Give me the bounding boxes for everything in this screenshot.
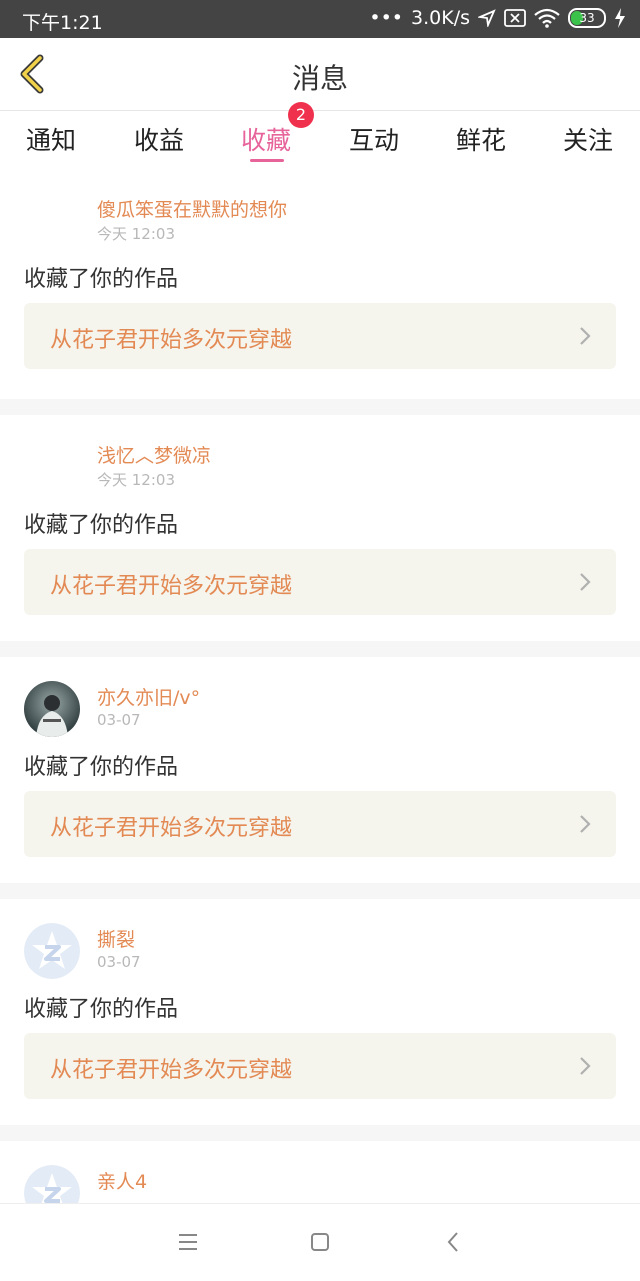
tab-flowers[interactable]: 鲜花 — [441, 121, 521, 157]
message-time: 今天 12:03 — [97, 225, 175, 243]
active-tab-indicator — [250, 159, 284, 162]
menu-icon[interactable] — [176, 1230, 200, 1254]
location-arrow-icon — [478, 9, 496, 27]
network-speed: 3.0K/s — [411, 7, 470, 29]
battery-indicator: 33 — [568, 8, 606, 28]
avatar[interactable] — [24, 923, 80, 979]
work-title: 从花子君开始多次元穿越 — [50, 328, 293, 353]
message-time: 03-07 — [97, 711, 141, 729]
avatar[interactable] — [24, 1165, 80, 1203]
message-username[interactable]: 傻瓜笨蛋在默默的想你 — [97, 195, 287, 222]
message-card: 亦久亦旧/v° 03-07 收藏了你的作品 从花子君开始多次元穿越 — [0, 657, 640, 883]
favorites-badge: 2 — [288, 102, 314, 128]
message-card: 傻瓜笨蛋在默默的想你 今天 12:03 收藏了你的作品 从花子君开始多次元穿越 — [0, 169, 640, 395]
message-action: 收藏了你的作品 — [24, 513, 179, 538]
wifi-icon — [534, 8, 560, 28]
message-username[interactable]: 浅忆︿梦微凉 — [97, 441, 211, 468]
message-time: 03-07 — [97, 953, 141, 971]
page-title: 消息 — [291, 62, 348, 95]
work-title: 从花子君开始多次元穿越 — [50, 1058, 293, 1083]
chevron-right-icon — [580, 815, 591, 833]
default-avatar-icon — [24, 1165, 80, 1203]
avatar[interactable] — [24, 681, 80, 737]
chevron-right-icon — [580, 1057, 591, 1075]
work-link[interactable]: 从花子君开始多次元穿越 — [24, 549, 616, 615]
message-card: 亲人4 — [0, 1141, 640, 1203]
message-username[interactable]: 撕裂 — [97, 925, 135, 952]
tab-notifications[interactable]: 通知 — [11, 121, 91, 157]
card-separator — [0, 399, 640, 415]
charging-bolt-icon — [615, 8, 625, 28]
message-action: 收藏了你的作品 — [24, 997, 179, 1022]
status-bar: 下午1:21 ••• 3.0K/s 33 — [0, 0, 640, 38]
message-username[interactable]: 亲人4 — [97, 1167, 147, 1194]
message-action: 收藏了你的作品 — [24, 755, 179, 780]
work-link[interactable]: 从花子君开始多次元穿越 — [24, 303, 616, 369]
avatar-photo-icon — [24, 681, 80, 737]
system-nav-bar — [0, 1203, 640, 1281]
tab-bar: 通知 收益 收藏 互动 鲜花 关注 — [0, 111, 640, 169]
message-action: 收藏了你的作品 — [24, 267, 179, 292]
back-icon[interactable] — [442, 1230, 466, 1254]
status-time: 下午1:21 — [22, 12, 103, 34]
chevron-right-icon — [580, 327, 591, 345]
card-separator — [0, 1125, 640, 1141]
tab-earnings[interactable]: 收益 — [119, 121, 199, 157]
work-title: 从花子君开始多次元穿越 — [50, 816, 293, 841]
message-card: 浅忆︿梦微凉 今天 12:03 收藏了你的作品 从花子君开始多次元穿越 — [0, 415, 640, 641]
tab-interactions[interactable]: 互动 — [334, 121, 414, 157]
chevron-right-icon — [580, 573, 591, 591]
work-link[interactable]: 从花子君开始多次元穿越 — [24, 791, 616, 857]
message-username[interactable]: 亦久亦旧/v° — [97, 683, 200, 710]
battery-level: 33 — [579, 11, 595, 25]
message-card: 撕裂 03-07 收藏了你的作品 从花子君开始多次元穿越 — [0, 899, 640, 1125]
app-header: 消息 — [0, 38, 640, 111]
work-title: 从花子君开始多次元穿越 — [50, 574, 293, 599]
home-square-icon[interactable] — [308, 1230, 332, 1254]
card-separator — [0, 641, 640, 657]
sim-off-icon — [504, 9, 526, 27]
work-link[interactable]: 从花子君开始多次元穿越 — [24, 1033, 616, 1099]
tab-follow[interactable]: 关注 — [548, 121, 628, 157]
default-avatar-icon — [24, 923, 80, 979]
more-dots-icon: ••• — [369, 7, 404, 29]
message-time: 今天 12:03 — [97, 471, 175, 489]
card-separator — [0, 883, 640, 899]
